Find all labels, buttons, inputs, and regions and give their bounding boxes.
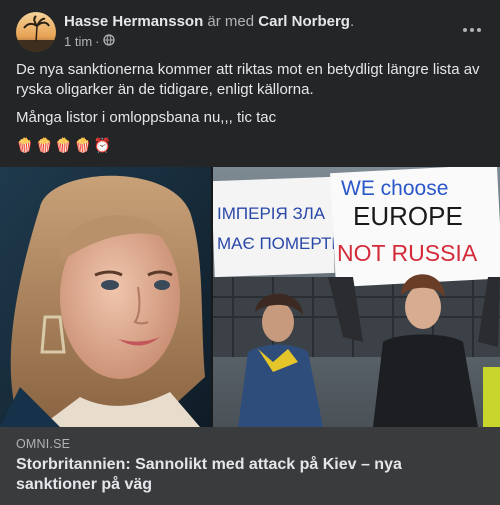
popcorn-emoji: 🍿 bbox=[35, 137, 53, 153]
popcorn-emoji: 🍿 bbox=[16, 137, 34, 153]
emoji-row: 🍿 🍿 🍿 🍿 ⏰ bbox=[16, 136, 486, 154]
link-title[interactable]: Storbritannien: Sannolikt med attack på … bbox=[16, 455, 484, 495]
post-time[interactable]: 1 tim bbox=[64, 33, 92, 51]
alarm-clock-emoji: ⏰ bbox=[93, 137, 112, 153]
period: . bbox=[349, 13, 355, 30]
globe-icon[interactable] bbox=[102, 33, 115, 51]
more-options-button[interactable] bbox=[458, 18, 486, 42]
link-preview[interactable]: OMNI.SE Storbritannien: Sannolikt med at… bbox=[0, 427, 500, 505]
sign-text-europe: EUROPE bbox=[353, 201, 463, 231]
post-meta: 1 tim · bbox=[64, 33, 115, 51]
post-body: De nya sanktionerna kommer att riktas mo… bbox=[16, 60, 486, 154]
tagged-name[interactable]: Carl Norberg bbox=[258, 13, 350, 30]
author-line: Hasse Hermansson är med Carl Norberg. bbox=[64, 12, 354, 32]
avatar[interactable] bbox=[16, 12, 56, 52]
link-domain: OMNI.SE bbox=[16, 437, 71, 451]
sign-text-not-russia: NOT RUSSIA bbox=[337, 240, 478, 266]
with-text: är med bbox=[207, 13, 255, 30]
sign-text-we-choose: WE choose bbox=[341, 177, 448, 200]
post-paragraph-2: Många listor i omloppsbana nu,,, tic tac bbox=[16, 109, 277, 126]
more-dot bbox=[477, 28, 481, 32]
sign-text-top-2: МАЄ ПОМЕРТИ bbox=[217, 234, 344, 253]
popcorn-emoji: 🍿 bbox=[74, 137, 92, 153]
photo-woman-portrait[interactable] bbox=[0, 167, 211, 427]
post-header: Hasse Hermansson är med Carl Norberg. 1 … bbox=[16, 12, 486, 52]
post-media[interactable]: ІМПЕРІЯ ЗЛА МАЄ ПОМЕРТИ WE choose EUROPE… bbox=[0, 167, 500, 427]
post-paragraph-1: De nya sanktionerna kommer att riktas mo… bbox=[16, 61, 480, 98]
more-horizontal-icon bbox=[463, 28, 467, 32]
photo-protest[interactable]: ІМПЕРІЯ ЗЛА МАЄ ПОМЕРТИ WE choose EUROPE… bbox=[213, 167, 500, 427]
more-dot bbox=[470, 28, 474, 32]
author-name[interactable]: Hasse Hermansson bbox=[64, 13, 203, 30]
meta-dot: · bbox=[95, 34, 100, 49]
popcorn-emoji: 🍿 bbox=[54, 137, 73, 153]
sign-text-top-1: ІМПЕРІЯ ЗЛА bbox=[217, 204, 326, 223]
